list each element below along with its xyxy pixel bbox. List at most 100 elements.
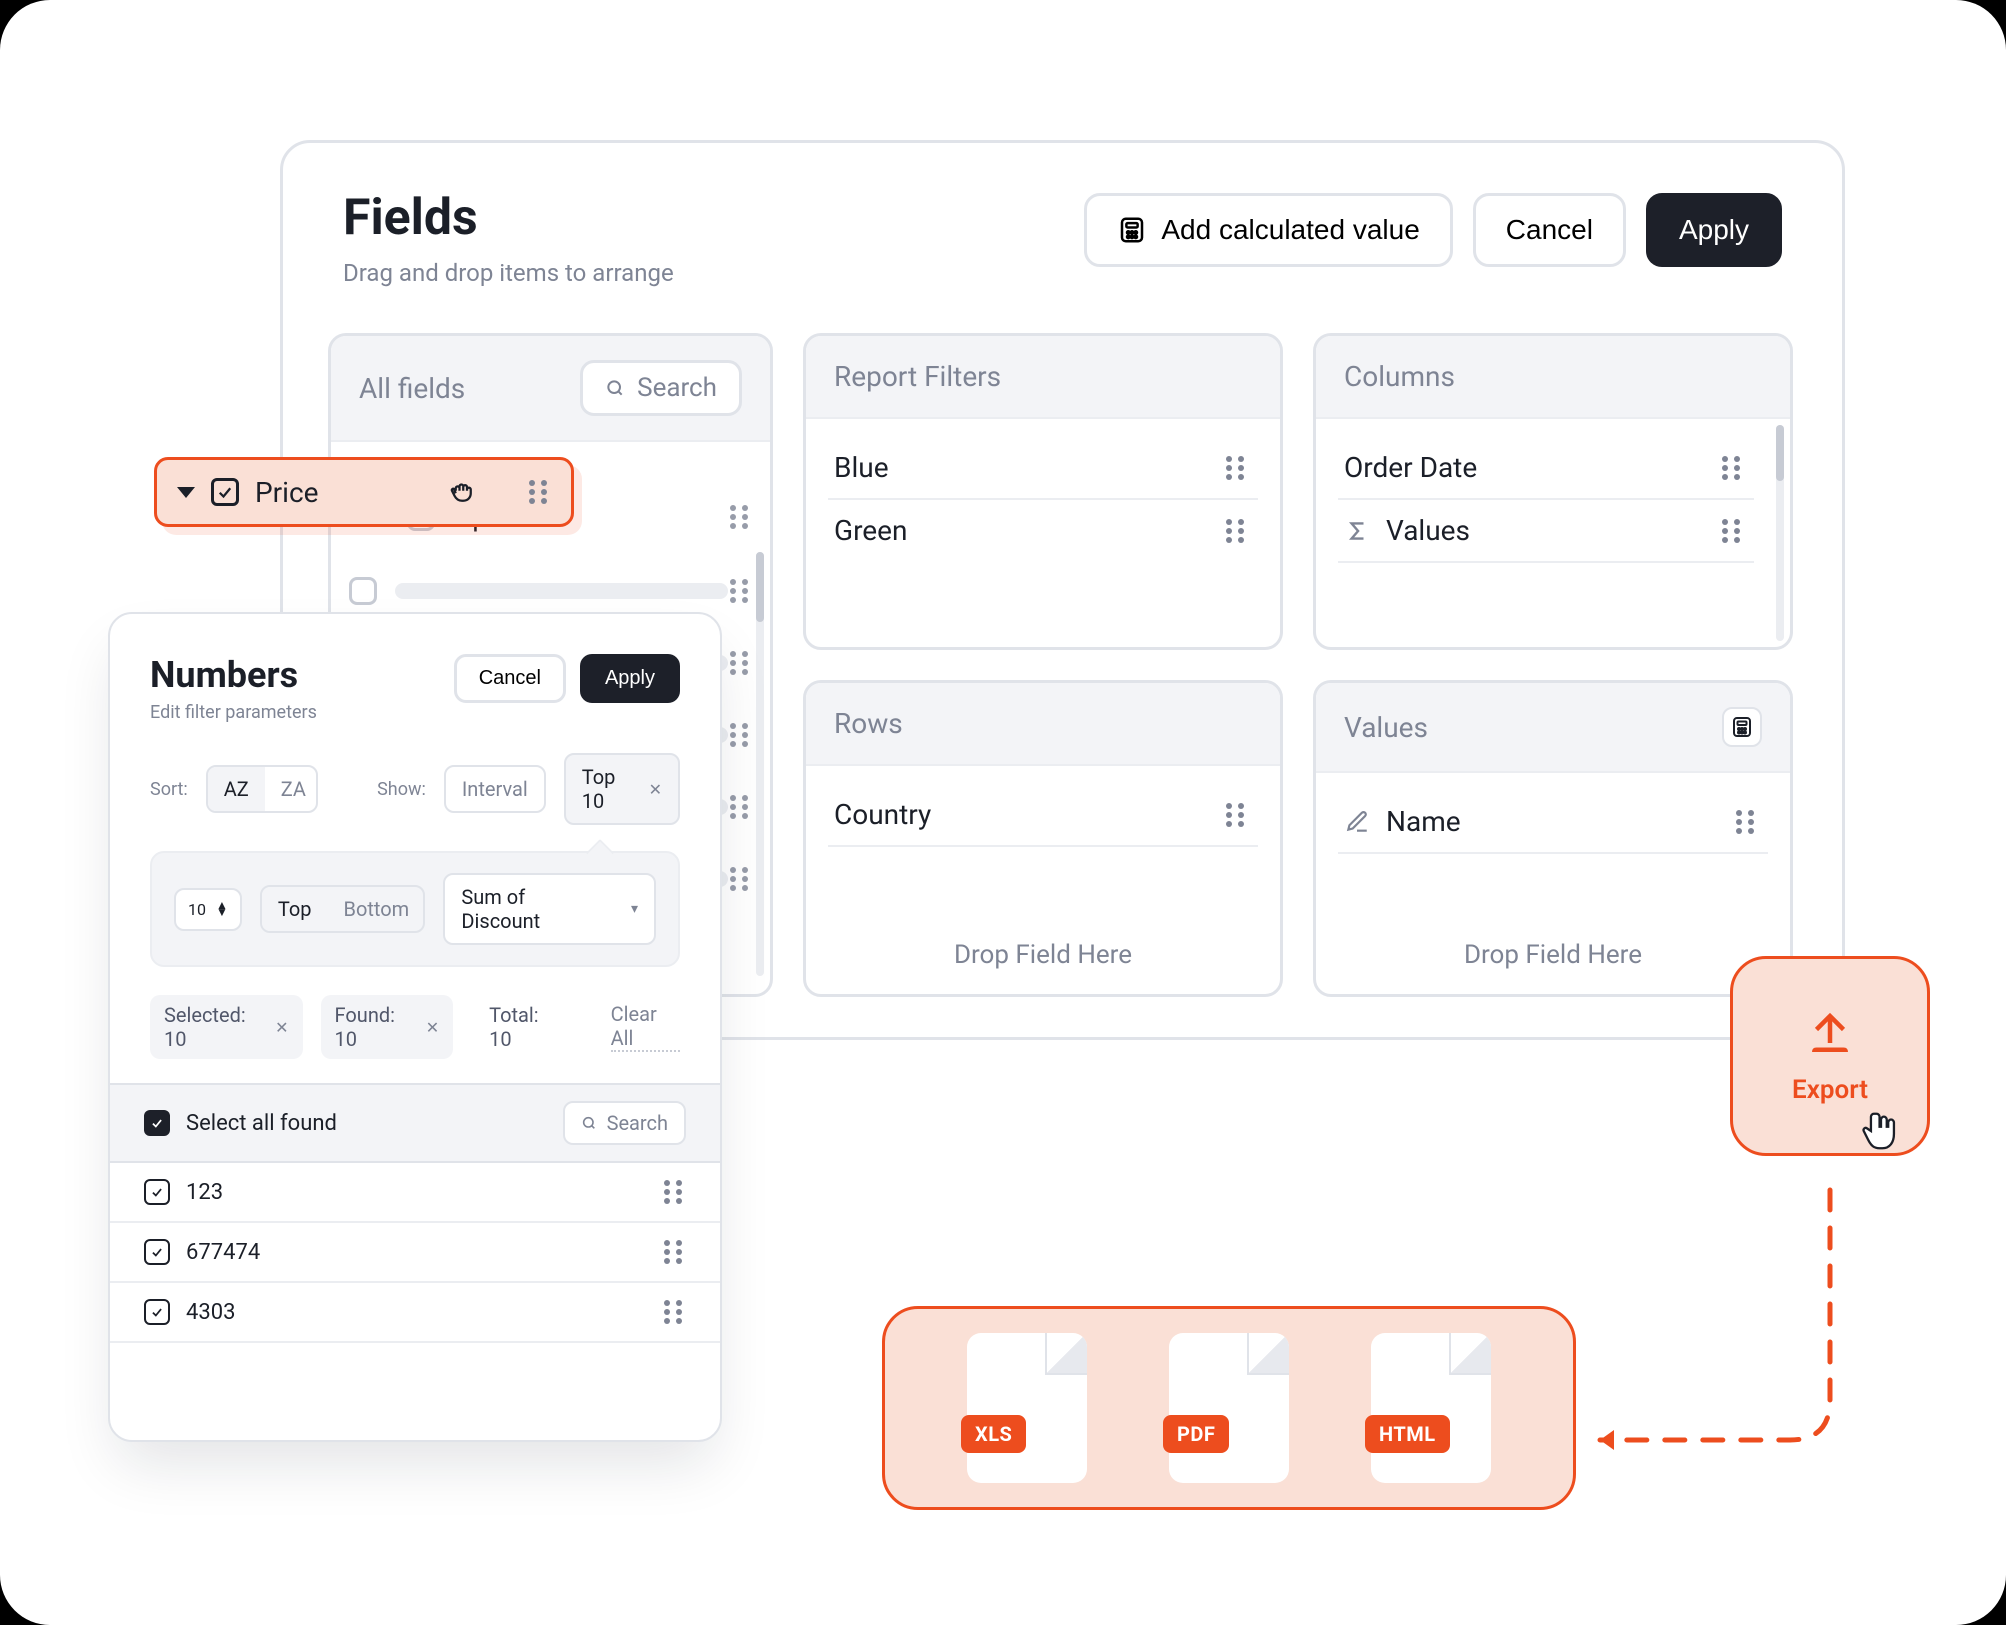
drag-handle-icon[interactable] [1224, 456, 1248, 480]
field-chip[interactable]: Green [828, 500, 1258, 561]
values-calculator-button[interactable] [1722, 707, 1762, 747]
sort-toggle[interactable]: AZ ZA [206, 765, 319, 813]
calculator-icon [1730, 715, 1754, 739]
columns-title: Columns [1344, 360, 1455, 393]
list-item[interactable]: 123 [110, 1163, 720, 1223]
aggregate-select[interactable]: Sum of Discount ▾ [443, 873, 656, 945]
field-checkbox[interactable] [349, 577, 377, 605]
file-html[interactable]: HTML [1371, 1333, 1491, 1483]
add-calculated-button[interactable]: Add calculated value [1084, 193, 1452, 267]
close-icon[interactable]: ✕ [426, 1018, 439, 1037]
field-chip[interactable]: Blue [828, 437, 1258, 500]
add-calculated-label: Add calculated value [1161, 214, 1419, 246]
grab-cursor-icon [447, 477, 477, 507]
list-item[interactable]: 677474 [110, 1223, 720, 1283]
drag-handle-icon[interactable] [728, 867, 752, 891]
columns-zone[interactable]: Columns Order Date Values [1313, 333, 1793, 650]
drag-handle-icon[interactable] [728, 579, 752, 603]
drag-handle-icon[interactable] [527, 480, 551, 504]
pointer-cursor-icon [1858, 1108, 1904, 1154]
fields-title: Fields [343, 193, 674, 243]
cancel-button[interactable]: Cancel [1473, 193, 1626, 267]
sort-za[interactable]: ZA [265, 767, 319, 811]
drag-handle-icon[interactable] [662, 1300, 686, 1324]
drag-handle-icon[interactable] [728, 651, 752, 675]
aggregate-label: Sum of Discount [461, 885, 607, 933]
field-chip[interactable]: Values [1338, 500, 1754, 563]
numbers-subtitle: Edit filter parameters [150, 702, 317, 723]
drag-handle-icon[interactable] [1720, 519, 1744, 543]
item-label: 4303 [186, 1300, 662, 1325]
item-label: 677474 [186, 1240, 662, 1265]
chip-label: Price [255, 476, 318, 509]
export-formats-tray: XLS PDF HTML [882, 1306, 1576, 1510]
numbers-apply-button[interactable]: Apply [580, 654, 680, 703]
item-checkbox[interactable] [144, 1299, 170, 1325]
list-item[interactable]: 4303 [110, 1283, 720, 1343]
sigma-icon [1344, 518, 1370, 544]
report-filters-title: Report Filters [834, 360, 1001, 393]
scrollbar[interactable] [756, 552, 764, 976]
show-interval-button[interactable]: Interval [444, 765, 546, 813]
rows-zone[interactable]: Rows Country Drop Field Here [803, 680, 1283, 997]
select-all-checkbox[interactable] [144, 1110, 170, 1136]
list-search-placeholder: Search [607, 1111, 668, 1135]
field-chip[interactable]: Order Date [1338, 437, 1754, 500]
drag-handle-icon[interactable] [662, 1240, 686, 1264]
total-label: Total: 10 [489, 1003, 561, 1051]
file-badge: HTML [1365, 1415, 1450, 1453]
values-title: Values [1344, 711, 1428, 744]
bottom-option[interactable]: Bottom [327, 887, 425, 931]
top-filter-card: 10 ▲▼ Top Bottom Sum of Discount ▾ [150, 851, 680, 967]
values-zone[interactable]: Values Name Drop Field Here [1313, 680, 1793, 997]
clear-all-link[interactable]: Clear All [611, 1002, 680, 1052]
drag-handle-icon[interactable] [728, 723, 752, 747]
drop-hint: Drop Field Here [1338, 928, 1768, 984]
file-xls[interactable]: XLS [967, 1333, 1087, 1483]
dragging-field-chip[interactable]: Price [154, 457, 574, 527]
item-label: 123 [186, 1180, 662, 1205]
field-chip[interactable]: Name [1338, 791, 1768, 854]
all-fields-search[interactable]: Search [580, 360, 742, 416]
file-badge: PDF [1163, 1415, 1229, 1453]
file-pdf[interactable]: PDF [1169, 1333, 1289, 1483]
chip-label: Values [1386, 514, 1470, 547]
drag-handle-icon[interactable] [728, 505, 752, 529]
apply-button[interactable]: Apply [1646, 193, 1782, 267]
field-checkbox-checked[interactable] [211, 478, 239, 506]
scrollbar[interactable] [1776, 425, 1784, 641]
all-fields-search-placeholder: Search [637, 373, 717, 403]
drag-handle-icon[interactable] [1224, 803, 1248, 827]
top-bottom-toggle[interactable]: Top Bottom [260, 885, 426, 933]
found-tag[interactable]: Found: 10✕ [321, 995, 454, 1059]
chip-label: Blue [834, 451, 889, 484]
drag-handle-icon[interactable] [1224, 519, 1248, 543]
close-icon[interactable]: ✕ [649, 780, 662, 799]
drag-handle-icon[interactable] [728, 795, 752, 819]
drop-hint: Drop Field Here [828, 928, 1258, 984]
item-checkbox[interactable] [144, 1179, 170, 1205]
top-option[interactable]: Top [262, 887, 328, 931]
all-fields-title: All fields [359, 372, 465, 405]
drag-handle-icon[interactable] [1734, 810, 1758, 834]
edit-icon [1344, 809, 1370, 835]
show-label: Show: [377, 779, 426, 800]
item-checkbox[interactable] [144, 1239, 170, 1265]
show-top-button[interactable]: Top 10 ✕ [564, 753, 680, 825]
selected-tag[interactable]: Selected: 10✕ [150, 995, 303, 1059]
sort-az[interactable]: AZ [208, 767, 265, 811]
results-list: Select all found Search 123 677474 4303 [110, 1083, 720, 1343]
drag-handle-icon[interactable] [1720, 456, 1744, 480]
list-search[interactable]: Search [563, 1101, 686, 1145]
count-stepper[interactable]: 10 ▲▼ [174, 888, 242, 931]
numbers-cancel-button[interactable]: Cancel [454, 654, 566, 703]
upload-icon [1803, 1007, 1857, 1061]
report-filters-zone[interactable]: Report Filters Blue Green [803, 333, 1283, 650]
select-all-label: Select all found [186, 1111, 337, 1136]
field-chip[interactable]: Country [828, 784, 1258, 847]
stepper-value: 10 [188, 900, 206, 919]
chip-label: Country [834, 798, 931, 831]
drag-handle-icon[interactable] [662, 1180, 686, 1204]
close-icon[interactable]: ✕ [275, 1018, 288, 1037]
file-badge: XLS [961, 1415, 1026, 1453]
